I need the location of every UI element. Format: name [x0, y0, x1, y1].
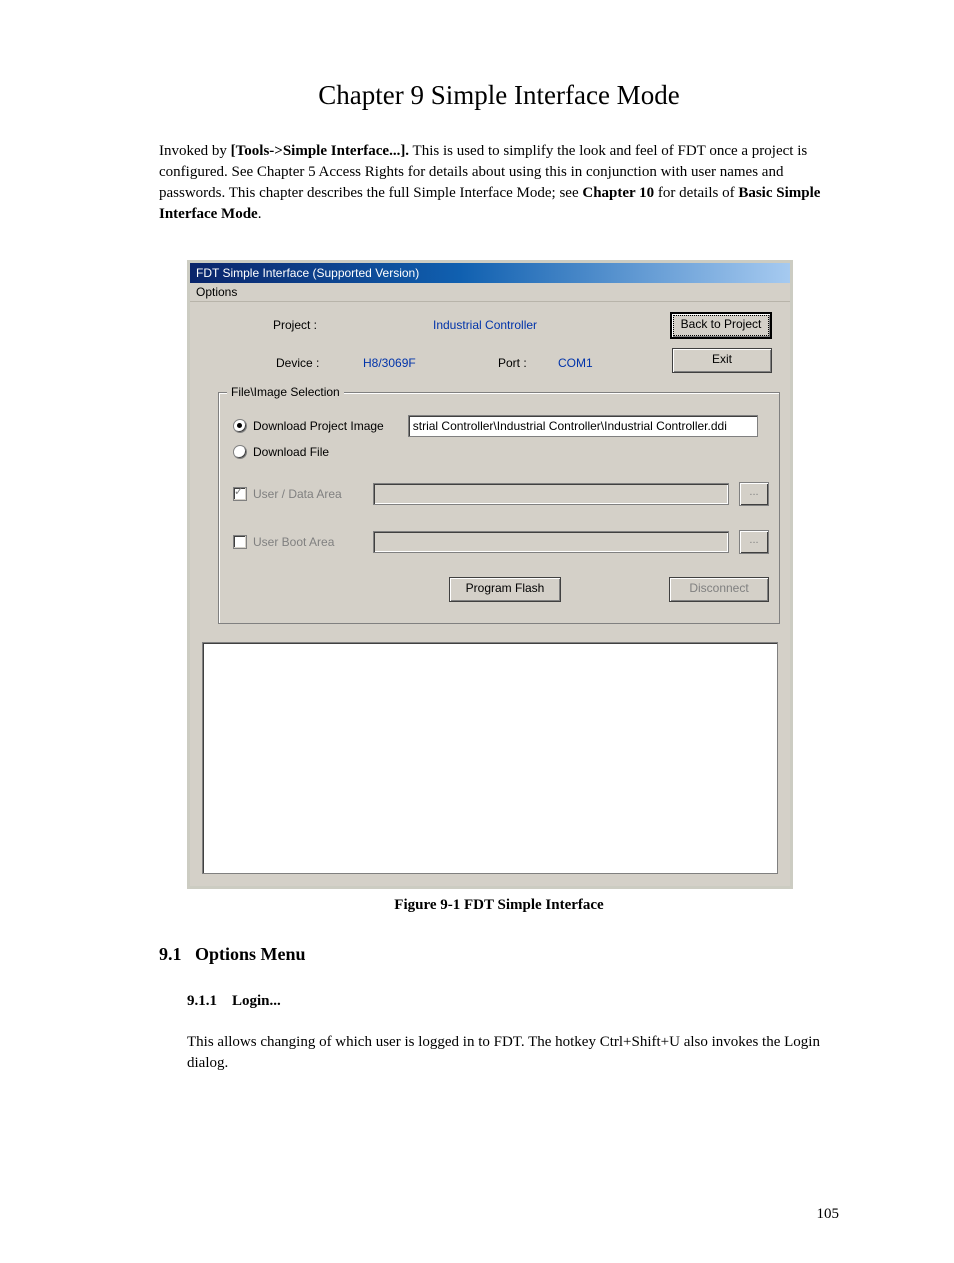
figure-caption: Figure 9-1 FDT Simple Interface	[159, 897, 839, 914]
radio-icon	[233, 445, 247, 459]
program-flash-button[interactable]: Program Flash	[449, 577, 561, 602]
file-image-selection-group: File\Image Selection Download Project Im…	[218, 392, 780, 624]
section-title: Options Menu	[195, 944, 306, 964]
radio-label-df: Download File	[253, 445, 329, 459]
radio-label-dpi: Download Project Image	[253, 419, 384, 433]
disconnect-button[interactable]: Disconnect	[669, 577, 769, 602]
section-heading: 9.1 Options Menu	[159, 944, 839, 965]
intro-period: .	[258, 206, 262, 222]
value-port: COM1	[558, 356, 593, 370]
intro-rest2: for details of	[654, 185, 738, 201]
dialog-screenshot: FDT Simple Interface (Supported Version)…	[187, 260, 793, 889]
label-project: Project :	[273, 318, 317, 332]
subsection-body: This allows changing of which user is lo…	[187, 1032, 839, 1074]
section-number: 9.1	[159, 944, 182, 964]
label-device: Device :	[276, 356, 319, 370]
browse-user-data-button[interactable]: ...	[739, 482, 769, 506]
intro-paragraph: Invoked by [Tools->Simple Interface...].…	[159, 141, 839, 225]
subsection-number: 9.1.1	[187, 993, 217, 1009]
exit-button[interactable]: Exit	[672, 348, 772, 373]
user-data-area-field	[373, 483, 729, 505]
radio-download-project-image[interactable]: Download Project Image	[233, 419, 384, 433]
radio-download-file[interactable]: Download File	[233, 445, 769, 459]
value-project: Industrial Controller	[433, 318, 537, 332]
checkbox-icon	[233, 535, 247, 549]
intro-tools: [Tools	[231, 143, 270, 159]
checkbox-label-user: User / Data Area	[253, 487, 342, 501]
project-image-path-field: strial Controller\Industrial Controller\…	[408, 415, 758, 437]
value-device: H8/3069F	[363, 356, 416, 370]
intro-prefix: Invoked by	[159, 143, 231, 159]
chapter-title: Chapter 9 Simple Interface Mode	[159, 80, 839, 111]
subsection-heading: 9.1.1 Login...	[187, 993, 839, 1010]
label-port: Port :	[498, 356, 527, 370]
checkbox-user-boot-area[interactable]: User Boot Area	[233, 535, 363, 549]
checkbox-user-data-area[interactable]: User / Data Area	[233, 487, 363, 501]
radio-icon	[233, 419, 247, 433]
subsection-title: Login...	[232, 993, 281, 1009]
log-output-area	[202, 642, 778, 874]
browse-user-boot-button[interactable]: ...	[739, 530, 769, 554]
menu-options[interactable]: Options	[190, 283, 790, 302]
checkbox-label-boot: User Boot Area	[253, 535, 334, 549]
page-number: 105	[817, 1206, 840, 1223]
user-boot-area-field	[373, 531, 729, 553]
checkbox-icon	[233, 487, 247, 501]
back-to-project-button[interactable]: Back to Project	[670, 312, 772, 339]
groupbox-title: File\Image Selection	[227, 385, 344, 399]
dialog-titlebar: FDT Simple Interface (Supported Version)	[190, 263, 790, 283]
intro-arrow: ->Simple Interface...].	[269, 143, 409, 159]
intro-chapter10: Chapter 10	[582, 185, 654, 201]
